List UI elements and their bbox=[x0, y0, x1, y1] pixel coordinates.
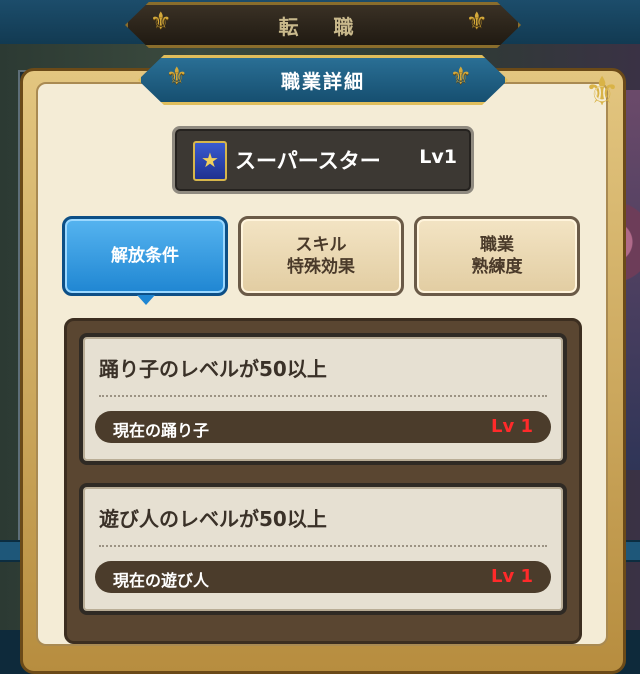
job-plate: ★ スーパースター Lv1 bbox=[172, 126, 474, 194]
condition-status: 現在の遊び人 Lv 1 bbox=[95, 561, 551, 593]
header-banner: 転 職 bbox=[125, 2, 521, 48]
fleur-de-lis-icon: ⚜ bbox=[150, 7, 172, 35]
divider bbox=[99, 545, 547, 547]
fleur-de-lis-icon: ⚜ bbox=[450, 62, 472, 90]
tab-label-line2: 特殊効果 bbox=[287, 257, 355, 277]
condition-title: 踊り子のレベルが50以上 bbox=[99, 357, 327, 381]
condition-title: 遊び人のレベルが50以上 bbox=[99, 507, 327, 531]
tab-job-mastery[interactable]: 職業 熟練度 bbox=[414, 216, 580, 296]
tab-label-line1: 職業 bbox=[480, 235, 514, 255]
condition-status-label: 現在の踊り子 bbox=[113, 421, 210, 440]
tab-label: 解放条件 bbox=[111, 246, 179, 266]
fleur-de-lis-icon: ⚜ bbox=[584, 69, 620, 115]
divider bbox=[99, 395, 547, 397]
tab-label-line1: スキル bbox=[295, 235, 347, 255]
condition-card: 遊び人のレベルが50以上 現在の遊び人 Lv 1 bbox=[79, 483, 567, 615]
condition-status: 現在の踊り子 Lv 1 bbox=[95, 411, 551, 443]
tab-label-line2: 熟練度 bbox=[471, 257, 523, 277]
tab-pointer bbox=[137, 295, 155, 305]
panel-title: 職業詳細 bbox=[280, 70, 365, 93]
tab-unlock-conditions[interactable]: 解放条件 bbox=[62, 216, 228, 305]
job-level: Lv1 bbox=[419, 146, 457, 168]
job-name: スーパースター bbox=[235, 149, 381, 173]
header-title: 転 職 bbox=[278, 14, 368, 39]
superstar-emblem-icon: ★ bbox=[193, 141, 227, 181]
condition-status-value: Lv 1 bbox=[491, 416, 533, 437]
fleur-de-lis-icon: ⚜ bbox=[166, 62, 188, 90]
conditions-list[interactable]: 踊り子のレベルが50以上 現在の踊り子 Lv 1 遊び人のレベルが50以上 現在… bbox=[64, 318, 582, 644]
fleur-de-lis-icon: ⚜ bbox=[466, 7, 488, 35]
condition-card: 踊り子のレベルが50以上 現在の踊り子 Lv 1 bbox=[79, 333, 567, 465]
tab-skill-effects[interactable]: スキル 特殊効果 bbox=[238, 216, 404, 296]
condition-status-label: 現在の遊び人 bbox=[113, 571, 210, 590]
condition-status-value: Lv 1 bbox=[491, 566, 533, 587]
